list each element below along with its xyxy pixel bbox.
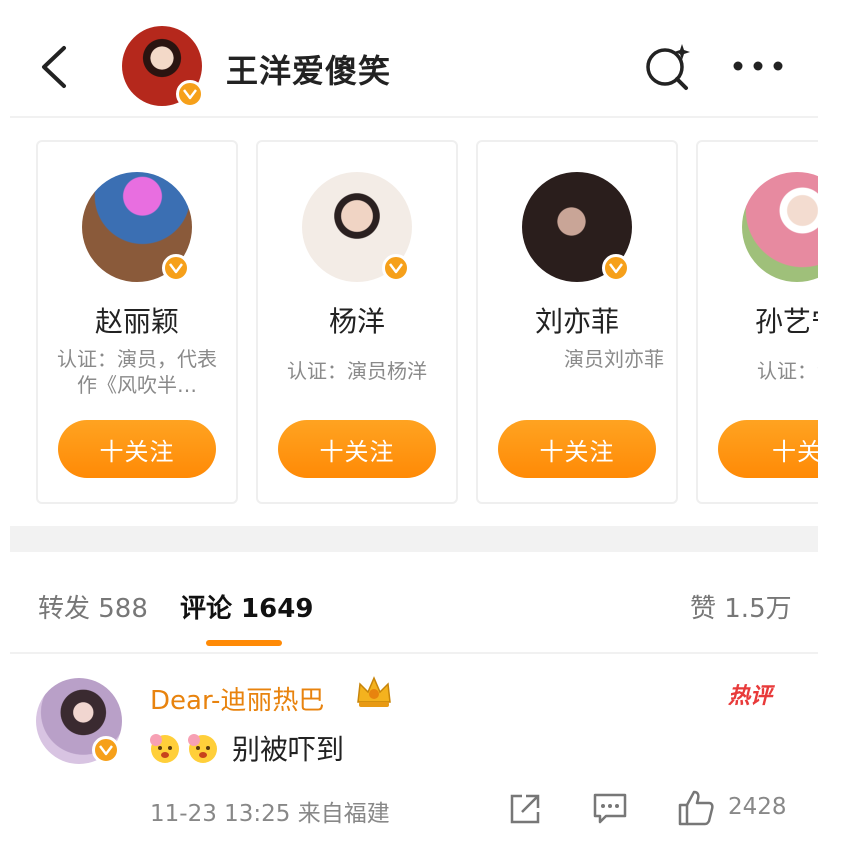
more-button[interactable] — [730, 54, 786, 78]
tab-bar: 转发 588 评论 1649 赞 1.5万 — [0, 578, 868, 648]
follow-button[interactable]: 十关 — [718, 420, 818, 478]
more-dots-icon — [733, 61, 783, 71]
chevron-left-icon — [42, 46, 66, 88]
user-card[interactable]: 刘亦菲 演员刘亦菲 十关注 — [476, 140, 678, 504]
search-sparkle-icon — [646, 44, 690, 90]
section-divider — [10, 526, 818, 552]
tab-comment[interactable]: 评论 1649 — [180, 588, 313, 625]
like-count: 2428 — [728, 794, 787, 820]
share-icon — [510, 794, 540, 824]
share-button[interactable] — [508, 792, 542, 826]
follow-button[interactable]: 十关注 — [498, 420, 656, 478]
user-card[interactable]: 杨洋 认证：演员杨洋 十关注 — [256, 140, 458, 504]
verified-badge-icon — [162, 254, 190, 282]
verified-badge-icon — [382, 254, 410, 282]
commenter-name[interactable]: Dear-迪丽热巴 — [150, 680, 324, 717]
like-button[interactable] — [676, 788, 716, 828]
hot-comment-tag: 热评 — [728, 684, 773, 709]
top-bar: 王洋爱傻笑 — [0, 0, 868, 118]
comment-item: Dear-迪丽热巴 热评 别被吓到 11-23 13:25 来自福建 2428 — [0, 660, 868, 851]
verified-badge-icon — [176, 80, 204, 108]
user-card[interactable]: 赵丽颖 认证：演员，代表作《风吹半… 十关注 — [36, 140, 238, 504]
comment-meta: 11-23 13:25 来自福建 — [150, 801, 390, 827]
verified-badge-icon — [92, 736, 120, 764]
recommended-users[interactable]: 赵丽颖 认证：演员，代表作《风吹半… 十关注 杨洋 认证：演员杨洋 十关注 刘亦… — [0, 140, 818, 506]
page-title[interactable]: 王洋爱傻笑 — [226, 46, 391, 92]
comment-text: 别被吓到 — [232, 733, 345, 766]
tabs-divider — [10, 652, 818, 654]
emoji-icon — [186, 732, 220, 764]
tab-like[interactable]: 赞 1.5万 — [690, 588, 792, 625]
card-description: 演员刘亦菲 — [564, 347, 664, 371]
card-name[interactable]: 刘亦菲 — [478, 300, 676, 340]
card-name[interactable]: 孙艺宁 — [698, 300, 818, 340]
user-card[interactable]: 孙艺宁 认证：演 十关 — [696, 140, 818, 504]
back-button[interactable] — [36, 42, 76, 92]
emoji-icon — [148, 732, 182, 764]
follow-button[interactable]: 十关注 — [278, 420, 436, 478]
comment-icon — [593, 793, 627, 824]
card-avatar[interactable] — [742, 172, 818, 282]
comment-text-row: 别被吓到 — [148, 728, 344, 768]
card-description: 认证：演 — [757, 359, 818, 383]
card-description: 认证：演员，代表作《风吹半… — [57, 347, 217, 397]
verified-badge-icon — [602, 254, 630, 282]
search-button[interactable] — [640, 40, 696, 92]
card-description: 认证：演员杨洋 — [287, 359, 427, 383]
reply-button[interactable] — [592, 792, 628, 826]
thumbs-up-icon — [678, 790, 714, 826]
header-divider — [10, 116, 818, 118]
card-name[interactable]: 杨洋 — [258, 300, 456, 340]
active-tab-indicator — [206, 640, 282, 646]
tab-repost[interactable]: 转发 588 — [38, 588, 148, 625]
follow-button[interactable]: 十关注 — [58, 420, 216, 478]
crown-badge-icon — [354, 674, 394, 710]
card-name[interactable]: 赵丽颖 — [38, 300, 236, 340]
